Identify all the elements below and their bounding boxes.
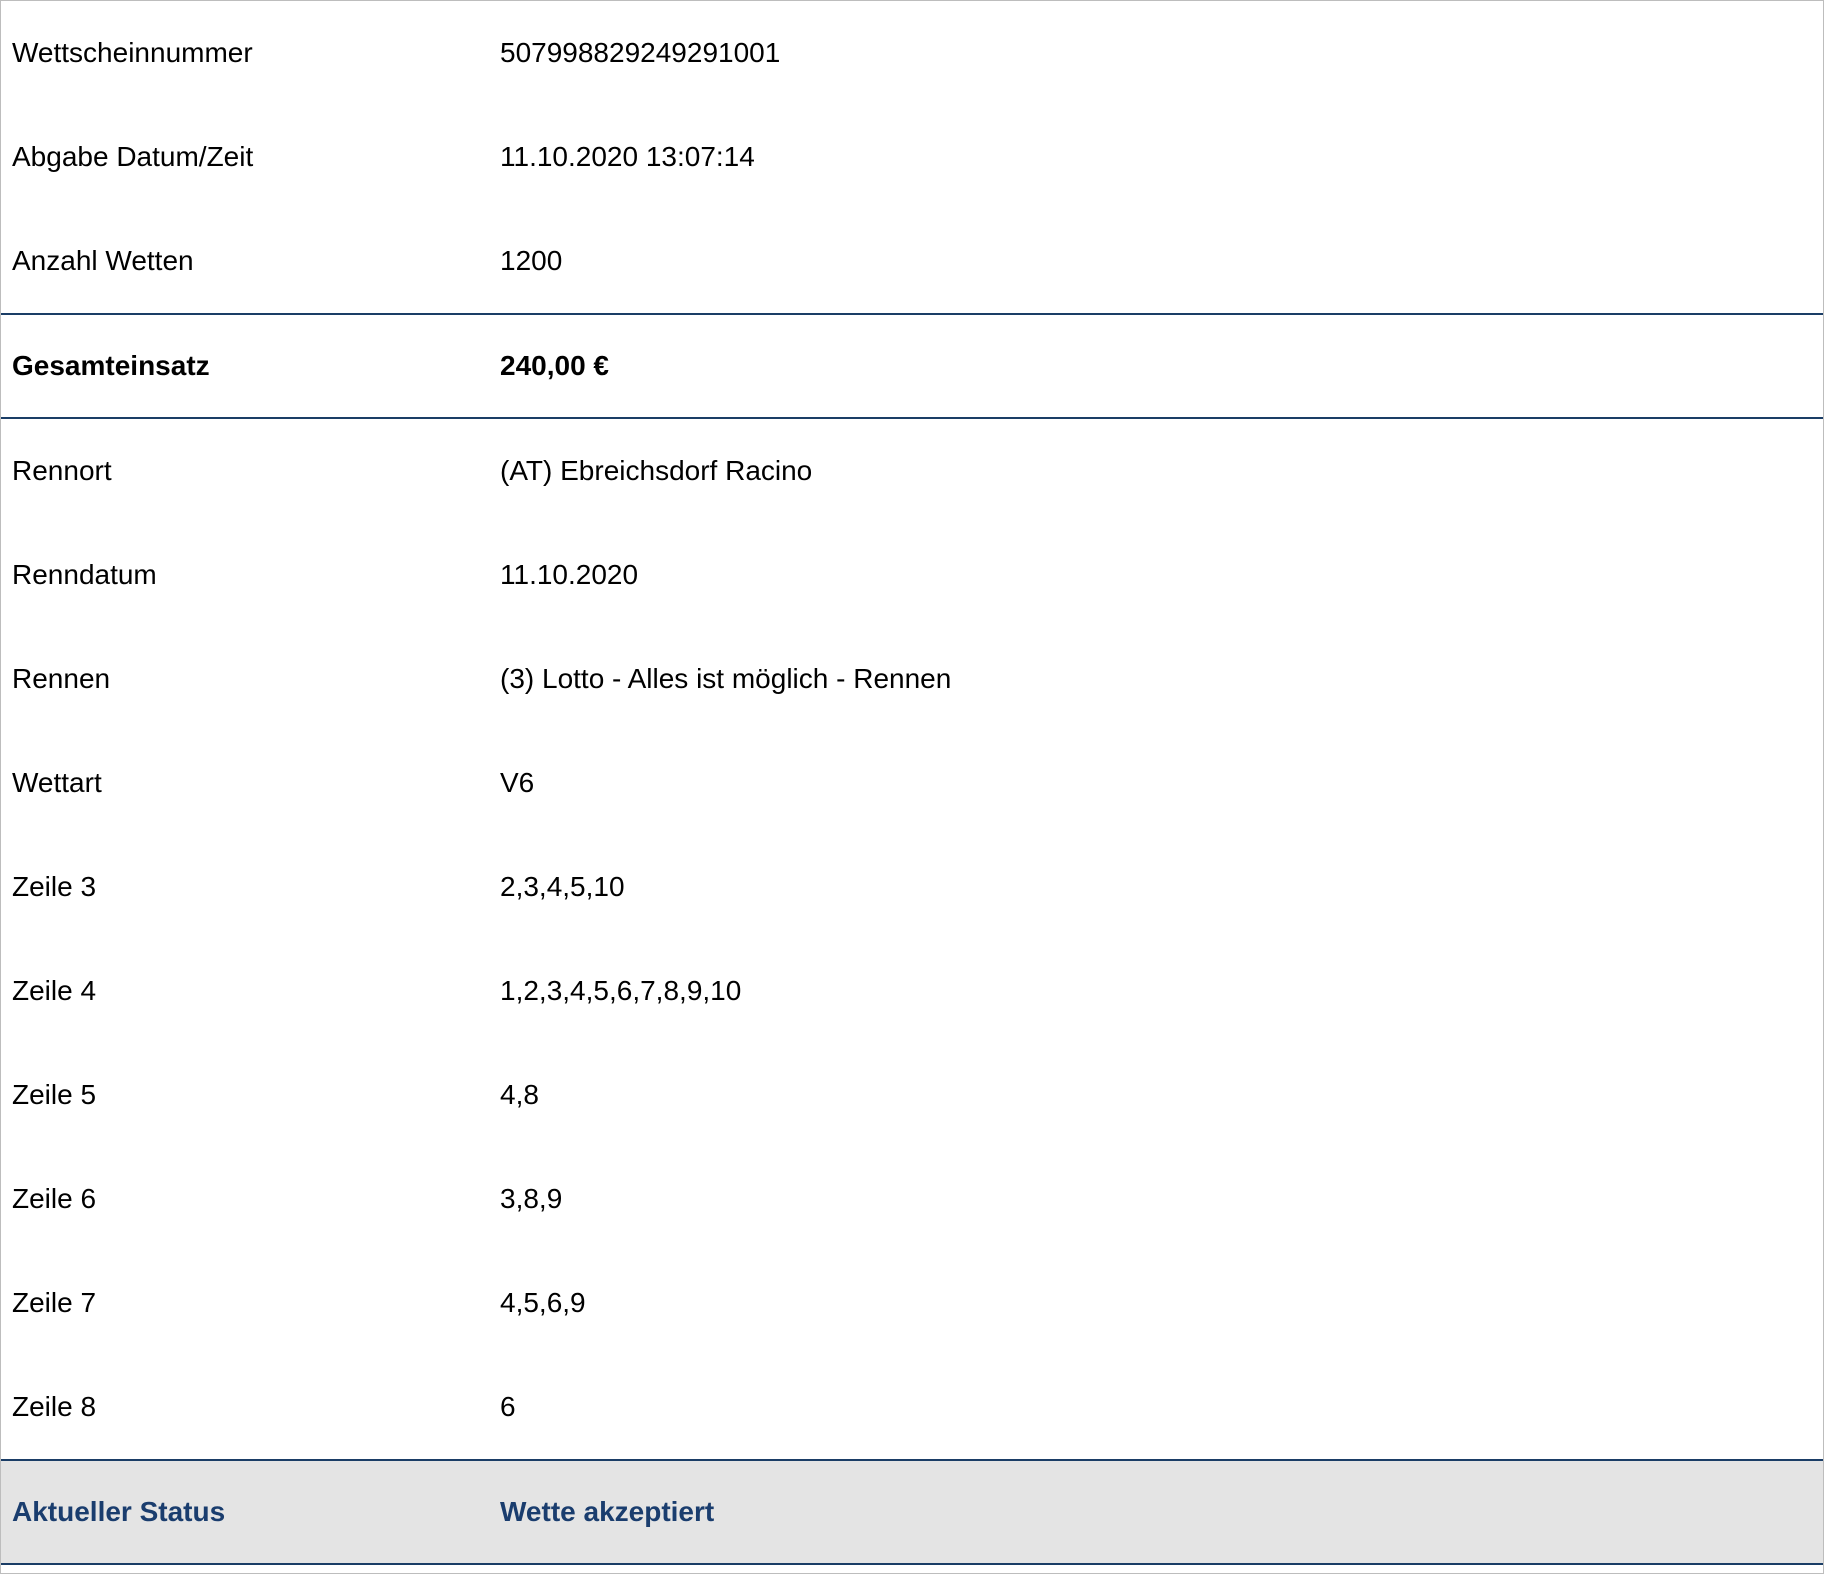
current-status-row: Aktueller Status Wette akzeptiert bbox=[1, 1459, 1823, 1565]
total-stake-label: Gesamteinsatz bbox=[12, 350, 210, 381]
bet-type-label: Wettart bbox=[12, 767, 102, 798]
submission-datetime-row: Abgabe Datum/Zeit 11.10.2020 13:07:14 bbox=[1, 105, 1823, 209]
ticket-number-value: 507998829249291001 bbox=[500, 37, 781, 68]
line-6-value: 3,8,9 bbox=[500, 1183, 563, 1214]
bet-count-value: 1200 bbox=[500, 245, 563, 276]
race-details-section: Rennort (AT) Ebreichsdorf Racino Renndat… bbox=[1, 419, 1823, 1459]
race-location-value: (AT) Ebreichsdorf Racino bbox=[500, 455, 813, 486]
line-6-row: Zeile 6 3,8,9 bbox=[1, 1147, 1823, 1251]
line-3-value: 2,3,4,5,10 bbox=[500, 871, 625, 902]
line-7-label: Zeile 7 bbox=[12, 1287, 97, 1318]
race-name-value: (3) Lotto - Alles ist möglich - Rennen bbox=[500, 663, 952, 694]
bet-count-row: Anzahl Wetten 1200 bbox=[1, 209, 1823, 313]
total-stake-value: 240,00 € bbox=[500, 350, 609, 381]
race-location-row: Rennort (AT) Ebreichsdorf Racino bbox=[1, 419, 1823, 523]
line-5-row: Zeile 5 4,8 bbox=[1, 1043, 1823, 1147]
ticket-number-label: Wettscheinnummer bbox=[12, 37, 253, 68]
bet-slip-details: Wettscheinnummer 507998829249291001 Abga… bbox=[0, 0, 1824, 1574]
submission-datetime-value: 11.10.2020 13:07:14 bbox=[500, 141, 755, 172]
race-date-row: Renndatum 11.10.2020 bbox=[1, 523, 1823, 627]
race-name-label: Rennen bbox=[12, 663, 111, 694]
line-5-value: 4,8 bbox=[500, 1079, 539, 1110]
bet-type-row: Wettart V6 bbox=[1, 731, 1823, 835]
line-3-label: Zeile 3 bbox=[12, 871, 97, 902]
line-8-row: Zeile 8 6 bbox=[1, 1355, 1823, 1459]
line-4-row: Zeile 4 1,2,3,4,5,6,7,8,9,10 bbox=[1, 939, 1823, 1043]
line-4-value: 1,2,3,4,5,6,7,8,9,10 bbox=[500, 975, 742, 1006]
line-4-label: Zeile 4 bbox=[12, 975, 97, 1006]
line-7-value: 4,5,6,9 bbox=[500, 1287, 586, 1318]
line-6-label: Zeile 6 bbox=[12, 1183, 97, 1214]
line-8-value: 6 bbox=[500, 1391, 516, 1422]
race-date-value: 11.10.2020 bbox=[500, 559, 639, 590]
race-date-label: Renndatum bbox=[12, 559, 157, 590]
line-7-row: Zeile 7 4,5,6,9 bbox=[1, 1251, 1823, 1355]
line-8-label: Zeile 8 bbox=[12, 1391, 97, 1422]
bet-count-label: Anzahl Wetten bbox=[12, 245, 194, 276]
race-name-row: Rennen (3) Lotto - Alles ist möglich - R… bbox=[1, 627, 1823, 731]
ticket-number-row: Wettscheinnummer 507998829249291001 bbox=[1, 1, 1823, 105]
current-status-value: Wette akzeptiert bbox=[500, 1496, 715, 1527]
total-stake-row: Gesamteinsatz 240,00 € bbox=[1, 313, 1823, 419]
bet-type-value: V6 bbox=[500, 767, 535, 798]
line-3-row: Zeile 3 2,3,4,5,10 bbox=[1, 835, 1823, 939]
summary-section: Wettscheinnummer 507998829249291001 Abga… bbox=[1, 1, 1823, 313]
line-5-label: Zeile 5 bbox=[12, 1079, 97, 1110]
submission-datetime-label: Abgabe Datum/Zeit bbox=[12, 141, 254, 172]
race-location-label: Rennort bbox=[12, 455, 112, 486]
current-status-label: Aktueller Status bbox=[12, 1496, 226, 1527]
